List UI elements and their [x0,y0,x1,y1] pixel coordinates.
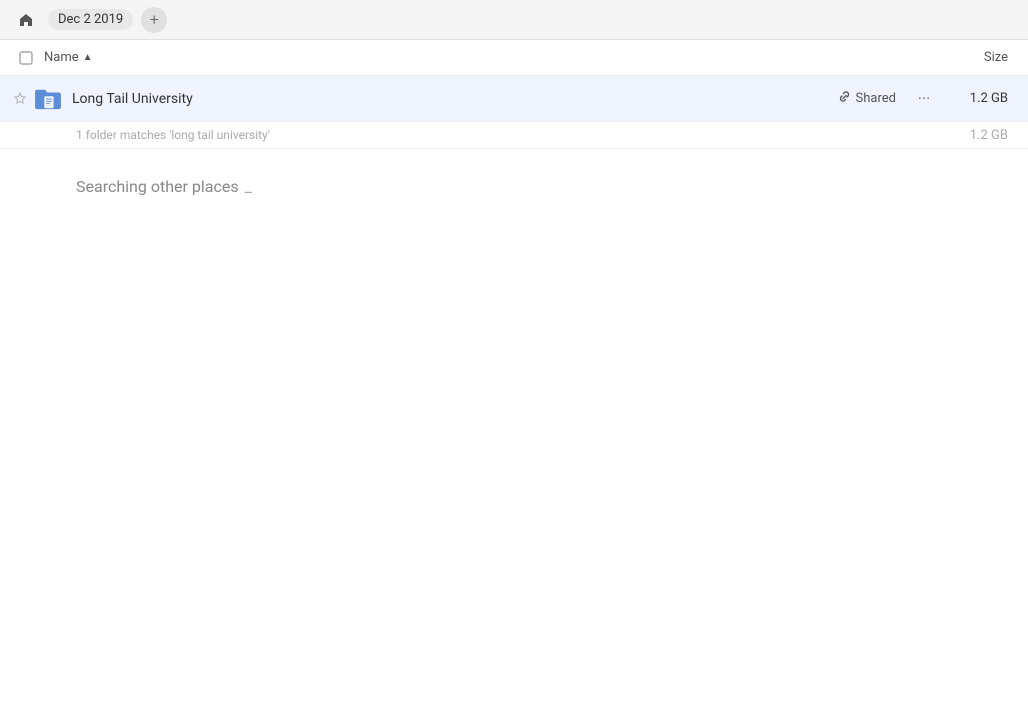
file-row[interactable]: Long Tail University Shared ··· 1.2 GB [0,76,1028,122]
add-tab-button[interactable]: + [141,7,167,33]
column-headers: Name ▲ Size [0,40,1028,76]
breadcrumb-chip[interactable]: Dec 2 2019 [48,9,133,30]
folder-icon [32,83,64,115]
size-column-header: Size [940,50,1020,65]
shared-badge: Shared [838,90,896,107]
sort-arrow-icon: ▲ [83,52,93,63]
file-size: 1.2 GB [948,91,1020,106]
shared-label: Shared [856,91,896,106]
match-count-row: 1.2 GB 1 folder matches 'long tail unive… [0,122,1028,149]
match-text: 1 folder matches 'long tail university' [76,128,270,142]
match-size: 1.2 GB [970,128,1020,143]
top-bar: Dec 2 2019 + [0,0,1028,40]
name-column-header[interactable]: Name ▲ [44,50,940,65]
searching-label: Searching other places [76,177,239,196]
select-all-checkbox[interactable] [8,51,44,65]
file-name: Long Tail University [72,91,838,107]
star-button[interactable] [8,92,32,106]
more-options-button[interactable]: ··· [908,89,940,108]
home-button[interactable] [12,6,40,34]
searching-section: Searching other places _ [0,149,1028,212]
loading-indicator: _ [245,177,253,196]
link-icon [838,90,851,107]
breadcrumb-label: Dec 2 2019 [58,12,123,27]
